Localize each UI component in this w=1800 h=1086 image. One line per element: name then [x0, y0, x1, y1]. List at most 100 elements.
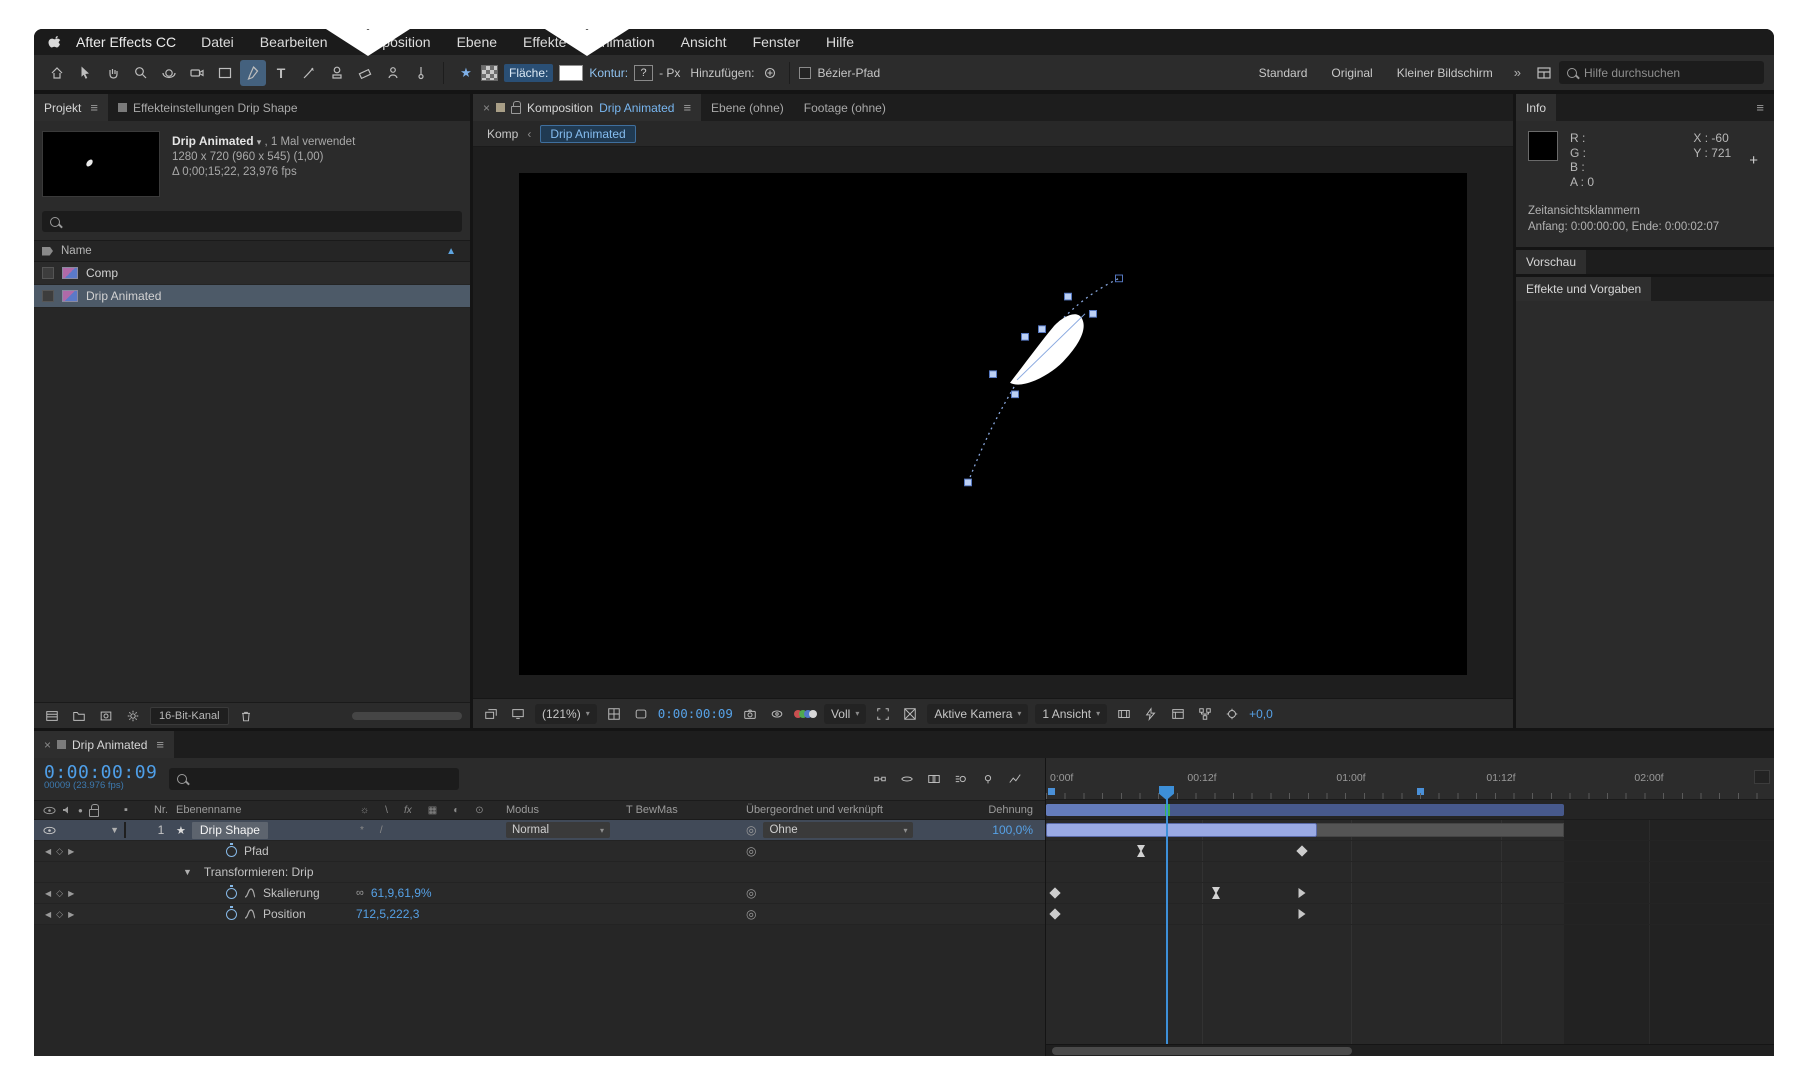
tab-effekte-und-vorgaben[interactable]: Effekte und Vorgaben — [1516, 277, 1651, 301]
show-snapshot-icon[interactable] — [767, 704, 787, 724]
orbit-camera-tool-icon[interactable] — [156, 60, 182, 86]
comp-marker-button[interactable] — [1754, 770, 1770, 784]
property-label-skalierung[interactable]: Skalier­ung — [263, 886, 349, 900]
mode-column-header[interactable]: Modus — [498, 804, 626, 816]
bit-depth-button[interactable]: 16-Bit-Kanal — [150, 707, 229, 725]
eraser-tool-icon[interactable] — [352, 60, 378, 86]
layer-row-drip-shape[interactable]: ▼ 1 ★ Drip Shape */ Normal▾ — [34, 820, 1045, 841]
property-label-pfad[interactable]: Pfad — [244, 844, 269, 858]
interpret-footage-icon[interactable] — [42, 706, 62, 726]
composition-mini-flowchart-icon[interactable] — [870, 769, 890, 789]
keyframe-ease-icon[interactable] — [1299, 888, 1306, 898]
home-tool-icon[interactable] — [44, 60, 70, 86]
tab-effekteinstellungen[interactable]: Effekteinstellungen Drip Shape — [108, 94, 308, 121]
type-tool-icon[interactable]: T — [268, 60, 294, 86]
view-layout-select[interactable]: 1 Ansicht▾ — [1035, 704, 1107, 724]
menu-ansicht[interactable]: Ansicht — [668, 34, 740, 50]
tab-komposition[interactable]: × Komposition Drip Animated ≡ — [473, 94, 701, 121]
flowchart-icon[interactable] — [1195, 704, 1215, 724]
keyframe-ease-icon[interactable] — [1299, 909, 1306, 919]
panel-menu-icon[interactable]: ≡ — [90, 100, 98, 115]
clone-stamp-tool-icon[interactable] — [324, 60, 350, 86]
mask-visibility-icon[interactable] — [631, 704, 651, 724]
label-color-box[interactable] — [42, 267, 54, 279]
breadcrumb-komp[interactable]: Komp — [487, 127, 518, 141]
current-time-indicator-line[interactable] — [1166, 788, 1168, 1044]
pickwhip-icon[interactable]: ◎ — [746, 907, 756, 921]
group-twirl-icon[interactable]: ▼ — [183, 867, 197, 877]
skalierung-keyframe-track[interactable] — [1046, 883, 1774, 904]
stopwatch-icon[interactable] — [226, 888, 237, 899]
exposure-value[interactable]: +0,0 — [1249, 707, 1273, 721]
stroke-label[interactable]: Kontur: — [589, 66, 628, 80]
name-column-header[interactable]: Name — [61, 245, 92, 257]
layer-twirl-icon[interactable]: ▼ — [110, 825, 124, 835]
layer-switches[interactable]: */ — [352, 825, 498, 836]
timeline-button-icon[interactable] — [1168, 704, 1188, 724]
hand-tool-icon[interactable] — [100, 60, 126, 86]
parent-pickwhip-icon[interactable]: ◎ — [746, 823, 756, 837]
property-row-position[interactable]: ◀◇▶ Position 712,5,222,3 ◎ — [34, 904, 1045, 925]
position-value[interactable]: 712,5,222,3 — [356, 907, 419, 921]
property-row-skalierung[interactable]: ◀◇▶ Skalier­ung ∞ 61,9,61,9% ◎ — [34, 883, 1045, 904]
switches-column-header[interactable]: ☼\fx▦◐⊙ — [352, 805, 498, 816]
comp-timecode[interactable]: 0:00:00:09 — [658, 706, 733, 721]
blend-mode-select[interactable]: Normal▾ — [506, 822, 610, 838]
always-preview-icon[interactable] — [481, 704, 501, 724]
timeline-right-pane[interactable]: 0:00f 00:12f 01:00f 01:12f 02:00f — [1046, 758, 1774, 1056]
prev-keyframe-icon[interactable]: ◀ — [45, 889, 51, 898]
project-search-input[interactable] — [67, 215, 454, 229]
scrollbar-thumb[interactable] — [1052, 1047, 1352, 1055]
stretch-value[interactable]: 100,0% — [967, 823, 1045, 837]
zoom-tool-icon[interactable] — [128, 60, 154, 86]
tab-ebene[interactable]: Ebene (ohne) — [701, 94, 794, 121]
pickwhip-icon[interactable]: ◎ — [746, 844, 756, 858]
timeline-horizontal-scrollbar[interactable] — [1046, 1044, 1774, 1056]
property-row-pfad[interactable]: ◀◇▶ Pfad ◎ — [34, 841, 1045, 862]
graph-icon[interactable] — [244, 888, 256, 898]
transparency-grid-icon[interactable] — [900, 704, 920, 724]
workspace-original[interactable]: Original — [1320, 66, 1383, 80]
graph-icon[interactable] — [244, 909, 256, 919]
fill-transparency-swatch[interactable] — [481, 65, 498, 81]
panel-menu-icon[interactable]: ≡ — [156, 737, 164, 752]
skalierung-value[interactable]: 61,9,61,9% — [371, 886, 432, 900]
layer-name[interactable]: Drip Shape — [192, 822, 268, 839]
prev-keyframe-icon[interactable]: ◀ — [45, 847, 51, 856]
next-keyframe-icon[interactable]: ▶ — [68, 889, 74, 898]
label-color-box[interactable] — [42, 290, 54, 302]
pfad-keyframe-track[interactable] — [1046, 841, 1774, 862]
solo-column-icon[interactable]: ● — [78, 806, 83, 815]
add-keyframe-icon[interactable]: ◇ — [56, 909, 63, 920]
add-keyframe-icon[interactable]: ◇ — [56, 846, 63, 857]
trkmat-column-header[interactable]: T BewMas — [626, 804, 704, 816]
resolution-select[interactable]: Voll▾ — [824, 704, 866, 724]
audio-column-icon[interactable] — [62, 805, 72, 815]
region-of-interest-icon[interactable] — [873, 704, 893, 724]
help-search-input[interactable] — [1584, 66, 1756, 80]
constrain-proportions-icon[interactable]: ∞ — [356, 887, 364, 899]
new-composition-icon[interactable] — [96, 706, 116, 726]
workspace-overflow-icon[interactable]: » — [1506, 65, 1529, 80]
keyframe-diamond-icon[interactable] — [1296, 845, 1307, 856]
nr-column-header[interactable]: Nr. — [146, 804, 176, 816]
puppet-pin-tool-icon[interactable] — [408, 60, 434, 86]
menu-datei[interactable]: Datei — [188, 34, 247, 50]
roto-brush-tool-icon[interactable] — [380, 60, 406, 86]
menu-ebene[interactable]: Ebene — [444, 34, 510, 50]
panel-menu-icon[interactable]: ≡ — [683, 100, 691, 115]
current-timecode[interactable]: 0:00:00:09 — [44, 766, 157, 779]
pickwhip-icon[interactable]: ◎ — [746, 886, 756, 900]
apple-icon[interactable] — [46, 33, 64, 51]
frame-blend-icon[interactable] — [924, 769, 944, 789]
tab-info[interactable]: Info — [1516, 94, 1556, 121]
camera-select[interactable]: Aktive Kamera▾ — [927, 704, 1028, 724]
show-channel-icon[interactable] — [794, 710, 817, 718]
group-label-transformieren[interactable]: Transformieren: Drip — [204, 865, 314, 879]
app-menu[interactable]: After Effects CC — [70, 34, 188, 50]
project-list-header[interactable]: Name ▲ — [34, 240, 470, 262]
camera-tool-icon[interactable] — [184, 60, 210, 86]
shape-star-icon[interactable]: ★ — [453, 60, 479, 86]
tab-footage[interactable]: Footage (ohne) — [794, 94, 896, 121]
brush-tool-icon[interactable] — [296, 60, 322, 86]
